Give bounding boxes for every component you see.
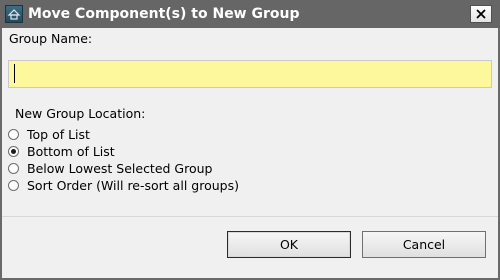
- close-icon: [476, 9, 486, 19]
- radio-button[interactable]: [8, 129, 19, 140]
- dialog-body: Group Name: New Group Location: Top of L…: [2, 28, 498, 278]
- home-designer-icon: [5, 5, 23, 23]
- footer-divider: [2, 216, 498, 217]
- radio-button[interactable]: [8, 180, 19, 191]
- radio-label: Below Lowest Selected Group: [27, 161, 213, 176]
- title-bar[interactable]: Move Component(s) to New Group: [0, 0, 500, 28]
- window-title: Move Component(s) to New Group: [28, 6, 300, 22]
- cancel-button[interactable]: Cancel: [362, 231, 486, 258]
- ok-button[interactable]: OK: [227, 231, 351, 258]
- radio-label: Sort Order (Will re-sort all groups): [27, 178, 239, 193]
- group-name-label: Group Name:: [9, 31, 93, 46]
- radio-label: Bottom of List: [27, 144, 115, 159]
- location-group-label: New Group Location:: [15, 106, 146, 121]
- radio-button[interactable]: [8, 163, 19, 174]
- close-button[interactable]: [470, 5, 492, 23]
- dialog-window: Move Component(s) to New Group Group Nam…: [0, 0, 500, 280]
- radio-label: Top of List: [27, 127, 90, 142]
- text-caret: [14, 64, 15, 83]
- group-name-input[interactable]: [8, 60, 492, 88]
- radio-button[interactable]: [8, 146, 19, 157]
